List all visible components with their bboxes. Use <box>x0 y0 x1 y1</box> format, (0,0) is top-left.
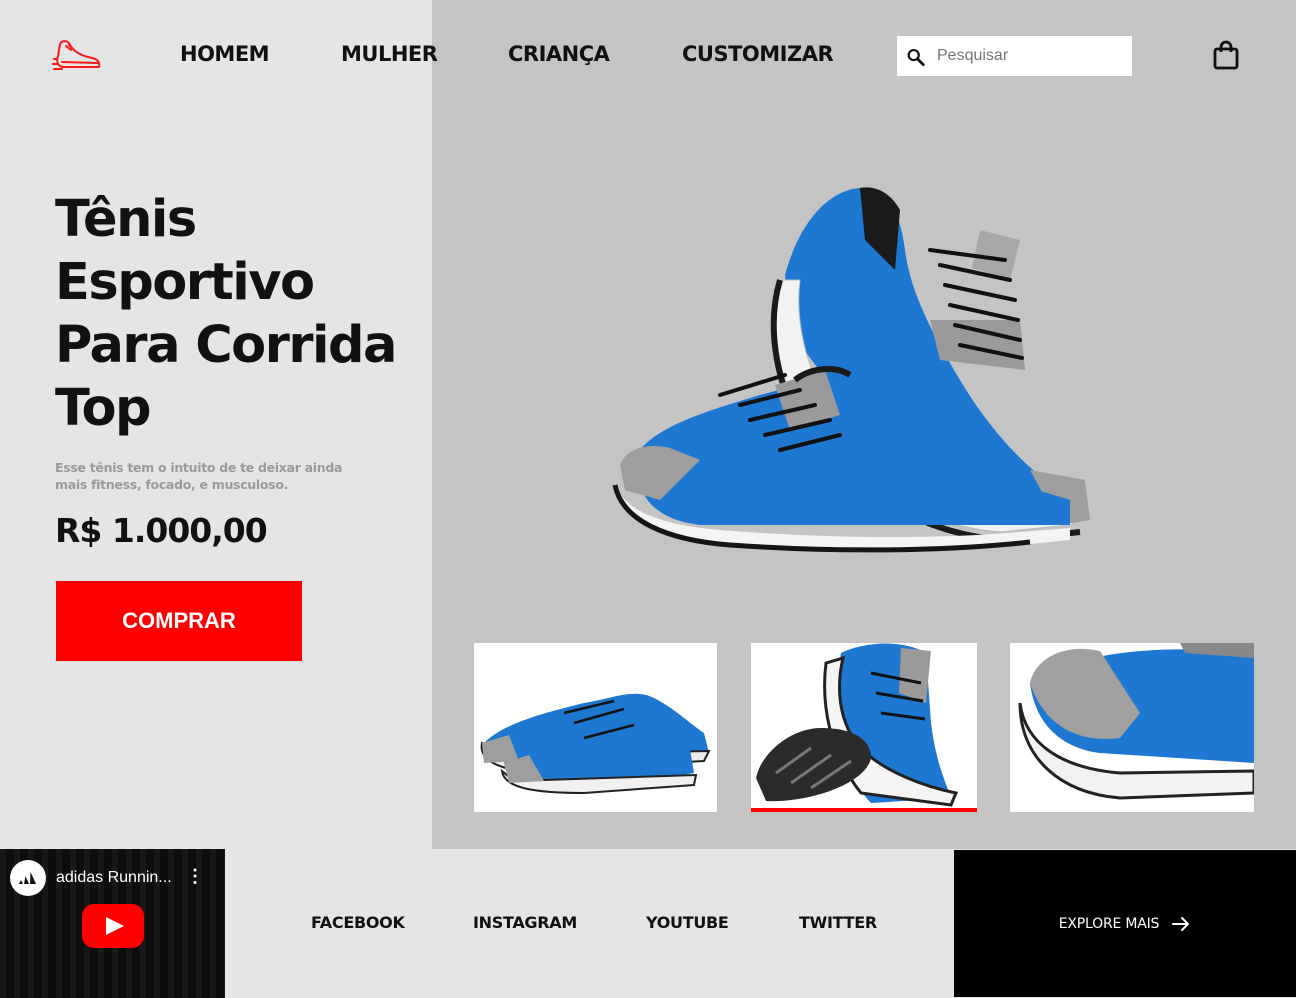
video-embed[interactable]: adidas Runnin... ⋮ <box>0 849 225 998</box>
more-options-icon[interactable]: ⋮ <box>186 867 204 885</box>
product-price: R$ 1.000,00 <box>55 511 268 550</box>
product-description: Esse tênis tem o intuito de te deixar ai… <box>55 460 343 492</box>
nav-mulher[interactable]: MULHER <box>341 42 438 66</box>
youtube-play-icon[interactable] <box>82 904 144 948</box>
thumbnail-1[interactable] <box>474 643 717 812</box>
social-facebook[interactable]: FACEBOOK <box>311 913 405 932</box>
video-title[interactable]: adidas Runnin... <box>56 869 176 887</box>
search-box[interactable] <box>897 36 1132 76</box>
nav-homem[interactable]: HOMEM <box>180 42 270 66</box>
search-input[interactable] <box>937 47 1117 65</box>
title-line: Esportivo <box>55 253 315 312</box>
buy-button[interactable]: COMPRAR <box>56 581 302 661</box>
search-icon <box>907 48 925 67</box>
thumbnail-3[interactable] <box>1010 643 1254 812</box>
social-twitter[interactable]: TWITTER <box>799 913 877 932</box>
nav-customizar[interactable]: CUSTOMIZAR <box>682 42 834 66</box>
explore-more-button[interactable]: EXPLORE MAIS <box>954 850 1296 997</box>
adidas-logo-icon <box>10 860 46 896</box>
shoe-sole-view-image <box>751 643 977 812</box>
thumbnail-2[interactable] <box>751 643 977 812</box>
title-line: Para Corrida <box>55 316 397 375</box>
explore-more-label: EXPLORE MAIS <box>1058 915 1160 932</box>
social-instagram[interactable]: INSTAGRAM <box>473 913 577 932</box>
title-line: Tênis <box>55 190 197 249</box>
shoe-heel-closeup-image <box>1010 643 1254 812</box>
social-youtube[interactable]: YOUTUBE <box>646 913 729 932</box>
title-line: Top <box>55 379 152 438</box>
arrow-right-icon <box>1172 916 1190 931</box>
product-image <box>612 187 1090 553</box>
running-shoe-icon[interactable] <box>52 36 104 76</box>
shopping-bag-icon[interactable] <box>1212 40 1240 70</box>
nav-crianca[interactable]: CRIANÇA <box>508 42 610 66</box>
product-title: Tênis Esportivo Para Corrida Top <box>55 188 415 440</box>
shoe-side-view-image <box>474 643 717 812</box>
